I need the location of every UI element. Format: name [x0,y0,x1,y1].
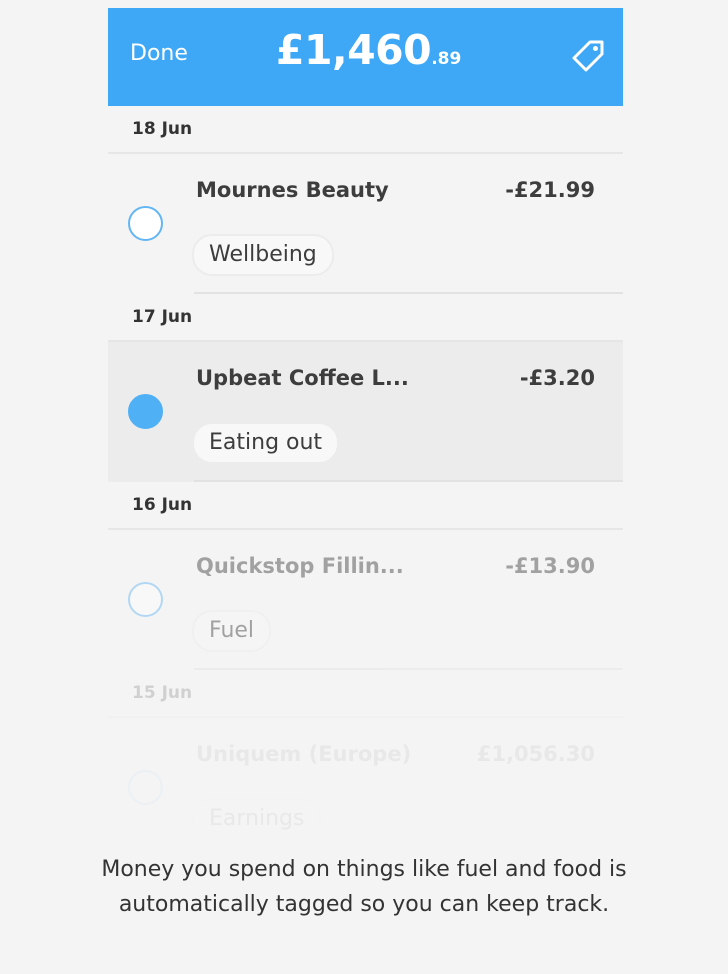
date-label: 17 Jun [132,307,193,327]
phone-screen: Done £1,460.89 18 Jun Mournes Beauty -£2… [108,8,623,838]
date-label: 18 Jun [132,119,193,139]
transaction-row[interactable]: Quickstop Fillin... -£13.90 Fuel [108,530,623,670]
date-header: 18 Jun [108,106,623,154]
date-label: 15 Jun [132,683,193,703]
transaction-row[interactable]: Upbeat Coffee L... -£3.20 Eating out [108,342,623,482]
done-button[interactable]: Done [130,41,188,66]
transaction-amount: -£21.99 [505,178,595,202]
select-radio[interactable] [128,206,163,241]
select-radio[interactable] [128,394,163,429]
date-header: 16 Jun [108,482,623,530]
app-header: Done £1,460.89 [108,8,623,106]
transaction-row[interactable]: Uniquem (Europe) £1,056.30 Earnings [108,718,623,838]
category-tag[interactable]: Wellbeing [192,234,334,276]
merchant-name: Quickstop Fillin... [196,554,404,578]
transaction-amount: £1,056.30 [476,742,595,766]
date-header: 17 Jun [108,294,623,342]
merchant-name: Mournes Beauty [196,178,389,202]
merchant-name: Uniquem (Europe) [196,742,412,766]
date-header: 15 Jun [108,670,623,718]
transaction-amount: -£13.90 [505,554,595,578]
date-label: 16 Jun [132,495,193,515]
category-tag[interactable]: Eating out [192,422,340,464]
transaction-row[interactable]: Mournes Beauty -£21.99 Wellbeing [108,154,623,294]
merchant-name: Upbeat Coffee L... [196,366,409,390]
select-radio[interactable] [128,770,163,805]
balance-display: £1,460.89 [276,26,461,74]
category-tag[interactable]: Fuel [192,610,272,652]
onboarding-caption: Money you spend on things like fuel and … [101,857,627,917]
balance-amount: £1,460 [276,26,432,74]
transaction-amount: -£3.20 [519,366,595,390]
select-radio[interactable] [128,582,163,617]
category-tag[interactable]: Earnings [192,798,322,838]
price-tag-icon[interactable] [570,38,606,74]
balance-cents: .89 [431,49,462,69]
